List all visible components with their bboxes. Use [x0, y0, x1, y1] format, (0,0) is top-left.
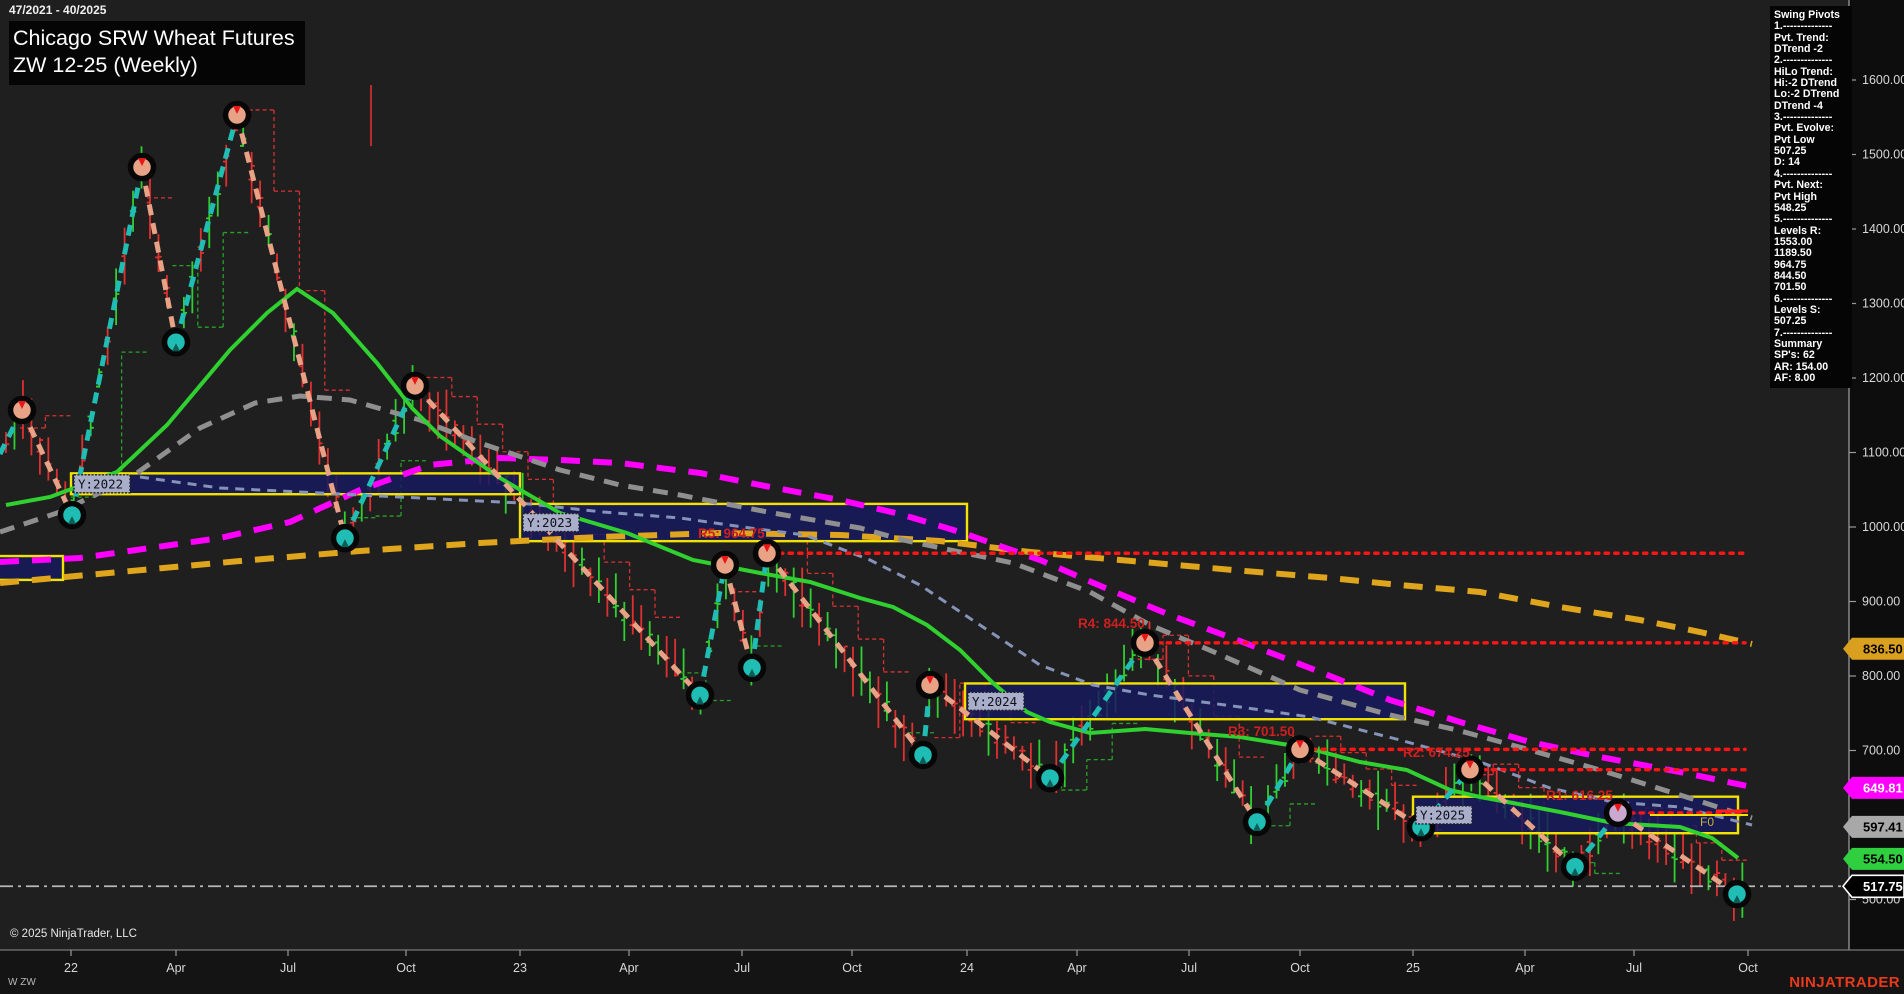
copyright-label: © 2025 NinjaTrader, LLC [10, 928, 137, 940]
y-tick-label: 900.00 [1862, 595, 1900, 609]
series-tag-label: W ZW [8, 977, 36, 988]
pivot-level-label-R3: R3: 701.50 [1228, 724, 1295, 739]
x-tick-label[interactable]: Oct [1290, 961, 1310, 975]
pivot-circle-low [1035, 763, 1065, 793]
pivot-circle-high [1603, 798, 1633, 828]
pivot-circle-high [1285, 735, 1315, 764]
ninjatrader-logo: NINJATRADER [1789, 974, 1900, 991]
pivot-circle-high [222, 100, 252, 130]
pivot-level-label-R4: R4: 844.50 [1078, 616, 1145, 631]
y-tick-label: 1500.00 [1862, 148, 1904, 162]
x-tick-label[interactable]: Oct [396, 961, 416, 975]
price-tag-value: 597.41 [1863, 819, 1903, 834]
visible-range-label: 47/2021 - 40/2025 [9, 3, 107, 17]
y-tick-label: 1200.00 [1862, 371, 1904, 385]
y-tick-label: 1000.00 [1862, 520, 1904, 534]
pivot-level-label-R1: R1: 616.25 [1546, 788, 1613, 803]
x-tick-label[interactable]: 25 [1406, 961, 1420, 975]
pivot-level-label-R5: R5: 964.75 [698, 526, 765, 541]
price-tag-value: 554.50 [1863, 851, 1903, 866]
swing-panel-line: AF: 8.00 [1774, 372, 1816, 384]
pivot-circle-high [1130, 628, 1160, 658]
pivot-circle-low [330, 523, 360, 553]
pivot-circle-low [737, 653, 767, 683]
x-tick-label[interactable]: Jul [1626, 961, 1642, 975]
price-tag-value: 517.75 [1863, 879, 1903, 894]
y-tick-label: 800.00 [1862, 669, 1900, 683]
swing-panel-line: 701.50 [1774, 281, 1807, 294]
y-tick-label: 1100.00 [1862, 446, 1904, 460]
pivot-circle-high [400, 371, 430, 401]
pivot-circle-high [127, 152, 157, 182]
pivot-circle-low [57, 500, 87, 530]
swing-panel-line: 1189.50 [1774, 247, 1812, 260]
chart-background [0, 0, 1904, 994]
x-tick-label[interactable]: 22 [64, 961, 78, 975]
pivot-circle-high [915, 670, 945, 700]
x-tick-label[interactable]: Jul [734, 961, 750, 975]
pivot-circle-low [1560, 852, 1590, 881]
pivot-circle-low [685, 681, 715, 710]
year-label-text: Y:2024 [972, 694, 1017, 709]
swing-panel-line: 507.25 [1774, 315, 1807, 328]
y-tick-label: 700.00 [1862, 744, 1900, 758]
swing-panel-line: 5.-------------- [1774, 213, 1833, 226]
ninjatrader-chart-window: R5: 964.75 R4: 844.50 R3: 701.50 R2: 674.25… [0, 0, 1904, 994]
swing-panel-line: SP's: 62 [1774, 349, 1815, 362]
year-label-text: Y:2022 [78, 476, 123, 491]
pivot-circle-high [710, 550, 740, 580]
price-chart[interactable]: R5: 964.75 R4: 844.50 R3: 701.50 R2: 674.25… [0, 0, 1904, 994]
year-range-box [69, 472, 522, 496]
f0-label: F0 [1700, 815, 1714, 829]
year-label-text: Y:2025 [1420, 807, 1465, 822]
pivot-circle-low [1722, 879, 1752, 909]
pivot-circle-low [1242, 807, 1272, 837]
x-tick-label[interactable]: Jul [280, 961, 296, 975]
swing-pivots-panel: Swing Pivots 1.-------------- Pvt. Trend: D… [1770, 6, 1852, 389]
y-tick-label: 1600.00 [1862, 73, 1904, 87]
pivot-circle-low [908, 740, 938, 770]
swing-panel-line: Pvt. Next: [1774, 179, 1823, 192]
pivot-circle-high [1455, 755, 1485, 784]
x-tick-label[interactable]: Apr [619, 961, 638, 975]
instrument-title-line1: Chicago SRW Wheat Futures [13, 26, 295, 50]
pivot-circle-low [161, 327, 191, 357]
year-label-text: Y:2023 [527, 515, 572, 530]
x-tick-label[interactable]: 23 [513, 961, 527, 975]
x-tick-label[interactable]: Apr [166, 961, 185, 975]
pivot-circle-high [7, 395, 37, 425]
price-tag-value: 836.50 [1863, 641, 1903, 656]
x-tick-label[interactable]: Jul [1181, 961, 1197, 975]
swing-panel-line: 1.-------------- [1774, 20, 1833, 33]
instrument-title-line2: ZW 12-25 (Weekly) [13, 52, 198, 77]
y-tick-label: 1300.00 [1862, 297, 1904, 311]
pivot-level-label-R2: R2: 674.25 [1403, 745, 1470, 760]
x-tick-label[interactable]: Oct [1738, 961, 1758, 975]
x-tick-label[interactable]: 24 [960, 961, 974, 975]
x-tick-label[interactable]: Oct [842, 961, 862, 975]
y-tick-label: 1400.00 [1862, 222, 1904, 236]
x-tick-label[interactable]: Apr [1067, 961, 1086, 975]
pivot-circle-high [752, 539, 782, 568]
x-tick-label[interactable]: Apr [1515, 961, 1534, 975]
instrument-title: Chicago SRW Wheat Futures ZW 12-25 (Week… [9, 21, 305, 85]
price-tag-value: 649.81 [1863, 780, 1903, 795]
